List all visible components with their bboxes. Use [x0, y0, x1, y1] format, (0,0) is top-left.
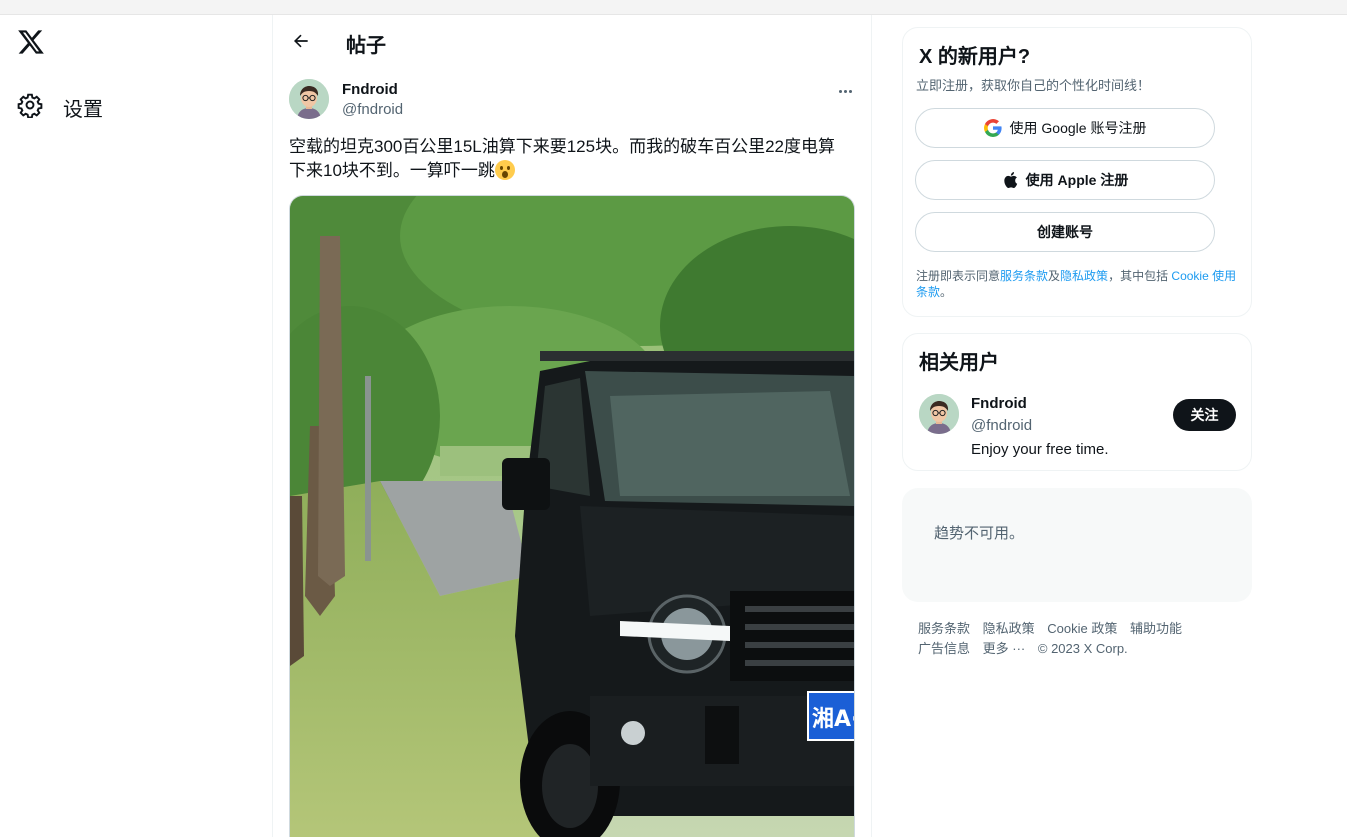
google-signup-button[interactable]: 使用 Google 账号注册 [915, 108, 1215, 148]
tweet-text-content: 空载的坦克300百公里15L油算下来要125块。而我的破车百公里22度电算下来1… [289, 137, 835, 180]
page-header: 帖子 [273, 15, 871, 68]
create-account-button[interactable]: 创建账号 [915, 212, 1215, 252]
signup-terms: 注册即表示同意服务条款及隐私政策，其中包括 Cookie 使用条款。 [916, 268, 1241, 300]
astonished-face-emoji-icon [494, 160, 515, 180]
back-button[interactable] [287, 27, 315, 55]
signup-title: X 的新用户? [919, 46, 1031, 68]
x-logo-icon[interactable] [17, 29, 45, 57]
footer-link-terms[interactable]: 服务条款 [918, 621, 970, 636]
related-user-bio: Enjoy your free time. [971, 441, 1109, 458]
terms-of-service-link[interactable]: 服务条款 [1000, 269, 1048, 283]
author-name[interactable]: Fndroid [342, 81, 398, 98]
privacy-policy-link[interactable]: 隐私政策 [1060, 269, 1108, 283]
left-navigation: 设置 [0, 15, 272, 837]
page-title: 帖子 [346, 35, 386, 57]
arrow-left-icon [294, 34, 308, 48]
author-handle[interactable]: @fndroid [342, 101, 403, 118]
follow-button[interactable]: 关注 [1173, 399, 1236, 431]
author-avatar[interactable] [289, 79, 329, 119]
google-icon [983, 119, 1002, 137]
tweet-text: 空载的坦克300百公里15L油算下来要125块。而我的破车百公里22度电算下来1… [289, 135, 849, 183]
nav-item-settings[interactable]: 设置 [17, 89, 103, 125]
main-column: 帖子 Fndroid @fndroid 空载的坦克300百公里15L油算下来要1… [272, 15, 872, 837]
terms-prefix: 注册即表示同意 [916, 269, 1001, 283]
related-user-name[interactable]: Fndroid [971, 395, 1027, 412]
related-users-title: 相关用户 [919, 352, 999, 374]
browser-top-strip [0, 0, 1347, 15]
footer-link-privacy[interactable]: 隐私政策 [983, 621, 1035, 636]
apple-icon [1003, 172, 1017, 188]
signup-card: X 的新用户? 立即注册，获取你自己的个性化时间线！ 使用 Google 账号注… [902, 27, 1252, 317]
footer-link-cookie[interactable]: Cookie 政策 [1047, 621, 1117, 636]
nav-item-settings-label: 设置 [63, 98, 103, 121]
trends-unavailable-text: 趋势不可用。 [934, 525, 1025, 542]
terms-middle: ，其中包括 [1108, 269, 1172, 283]
terms-and: 及 [1048, 269, 1061, 283]
related-user-avatar[interactable] [919, 394, 959, 434]
related-user-handle[interactable]: @fndroid [971, 417, 1032, 434]
apple-signup-label: 使用 Apple 注册 [1025, 172, 1129, 188]
terms-end: 。 [940, 285, 953, 299]
more-options-icon[interactable] [833, 81, 857, 101]
footer-copyright: © 2023 X Corp. [1037, 641, 1128, 656]
footer-link-accessibility[interactable]: 辅助功能 [1130, 621, 1182, 636]
tweet-photo[interactable]: 湘A· [289, 195, 855, 837]
apple-signup-button[interactable]: 使用 Apple 注册 [915, 160, 1215, 200]
license-plate-text: 湘A· [812, 707, 855, 732]
trends-panel: 趋势不可用。 [902, 488, 1252, 602]
footer-link-ads[interactable]: 广告信息 [918, 641, 970, 656]
gear-icon [17, 92, 43, 123]
footer-links: 服务条款 隐私政策 Cookie 政策 辅助功能 广告信息 更多 ··· © 2… [918, 619, 1248, 659]
related-users-card: 相关用户 Fndroid @fndroid Enjoy your free ti… [902, 333, 1252, 471]
create-account-label: 创建账号 [1037, 224, 1093, 240]
footer-link-more[interactable]: 更多 ··· [983, 641, 1026, 656]
signup-subtitle: 立即注册，获取你自己的个性化时间线！ [916, 78, 1151, 93]
google-signup-label: 使用 Google 账号注册 [1009, 120, 1147, 136]
